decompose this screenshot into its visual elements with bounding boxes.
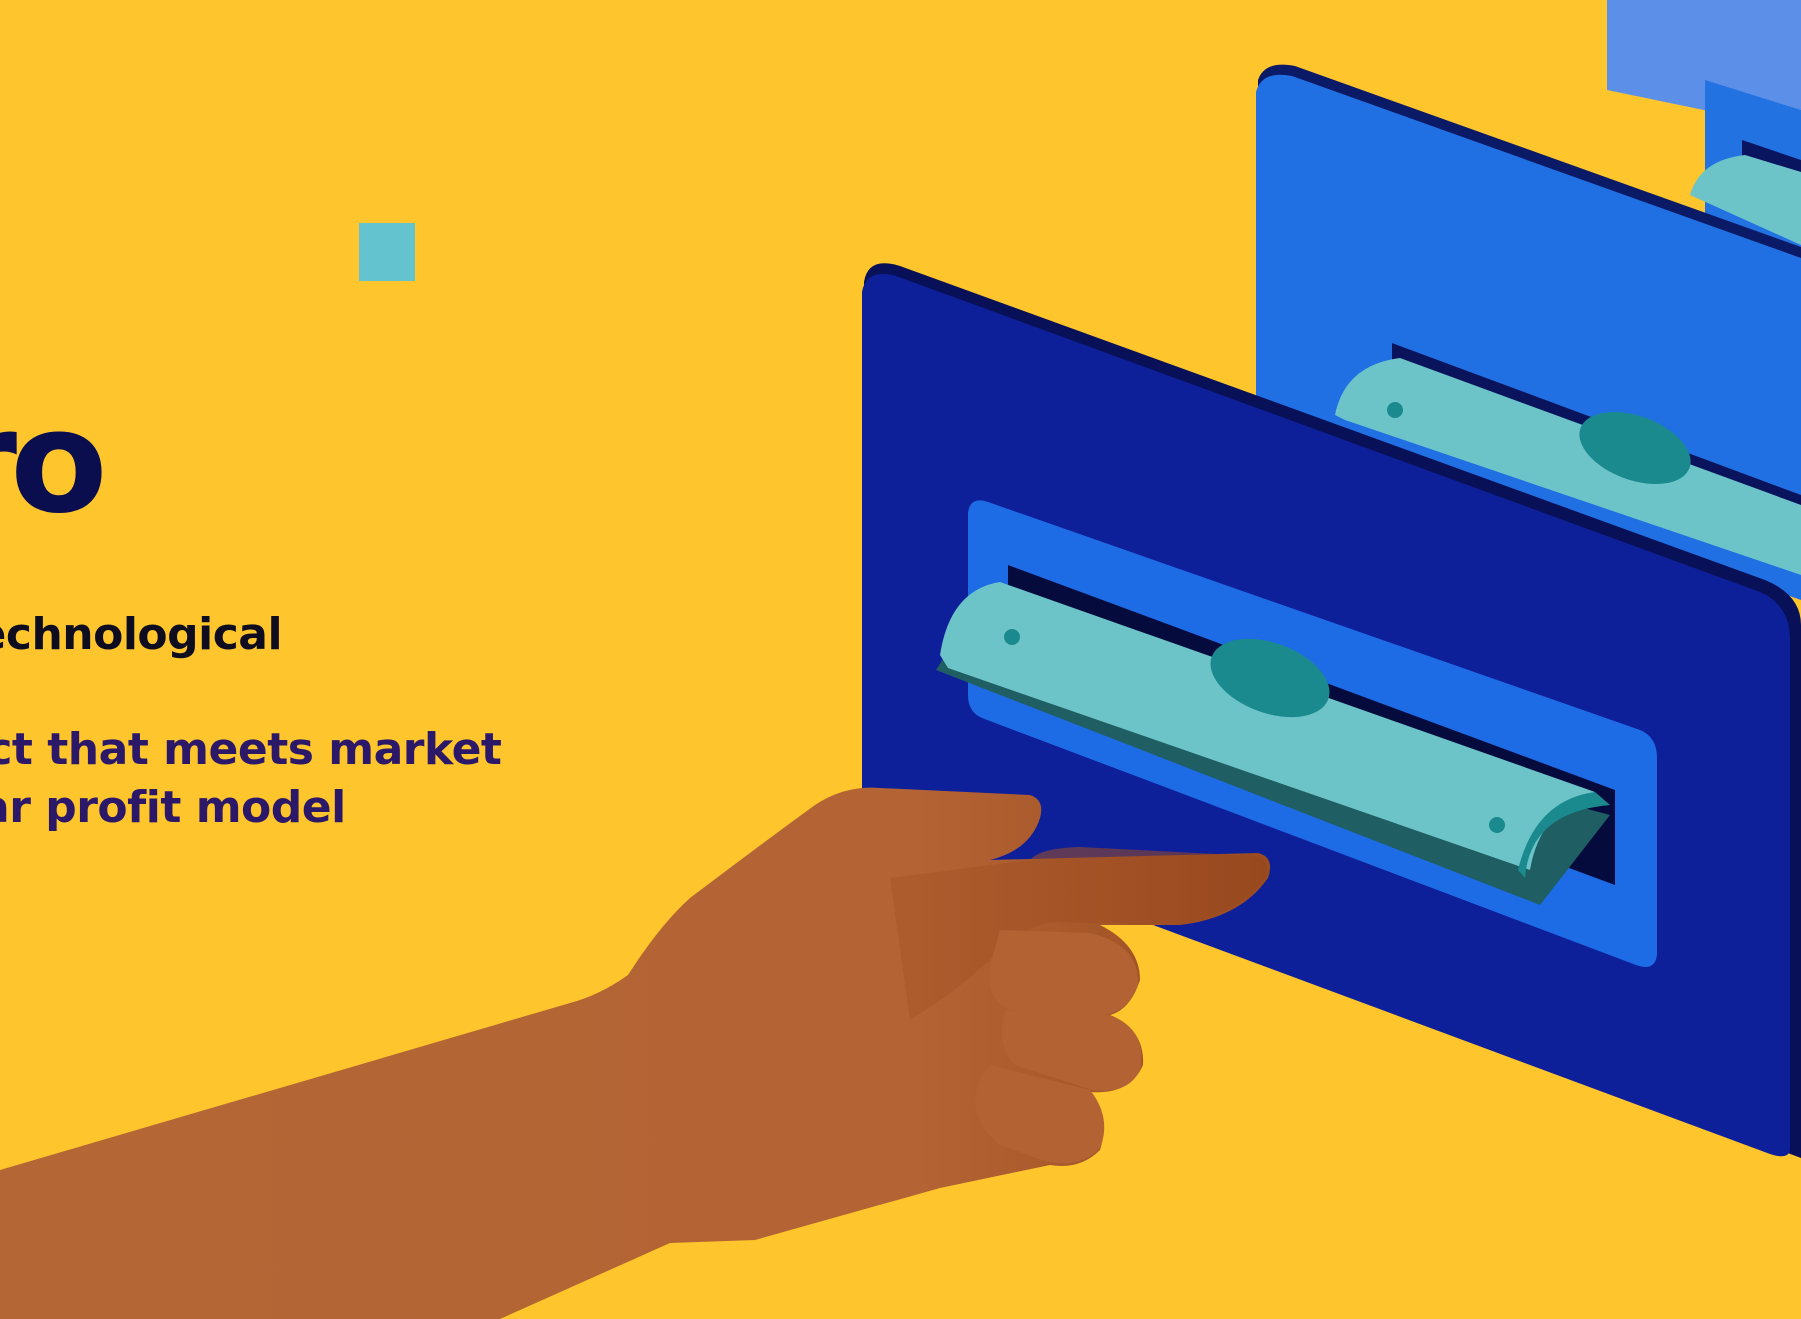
- front-banknote-dot: [1004, 629, 1020, 645]
- hero-subtitle-line-1: technological: [0, 609, 283, 660]
- middle-banknote-dot: [1387, 402, 1403, 418]
- hero-section: Pro technological ect that meets market …: [0, 0, 1801, 1319]
- hero-tagline-line-2: ar profit model: [0, 782, 346, 833]
- hero-headline: Pro: [0, 380, 108, 545]
- front-banknote-dot-2: [1489, 817, 1505, 833]
- teal-square-icon: [359, 223, 415, 281]
- hero-tagline-line-1: ect that meets market: [0, 724, 502, 775]
